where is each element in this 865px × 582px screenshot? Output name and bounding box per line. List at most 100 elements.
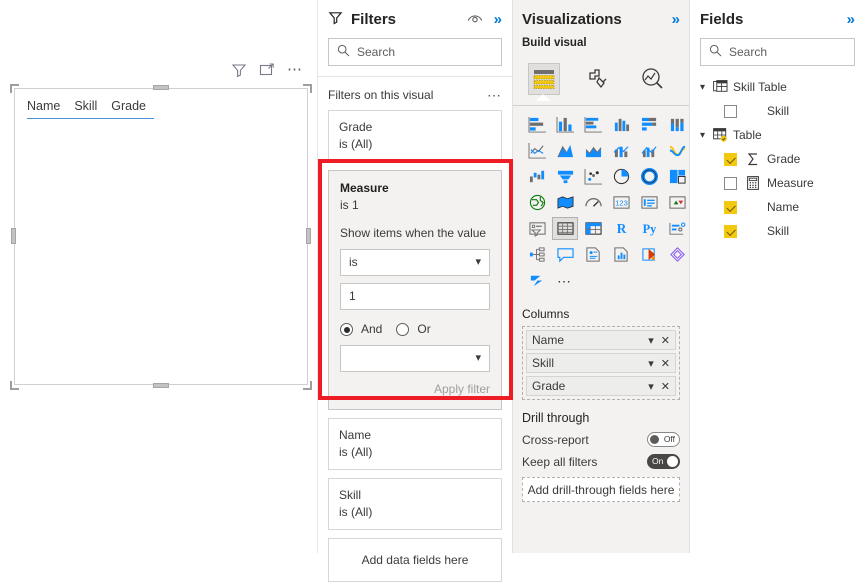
drill-through-dropzone[interactable]: Add drill-through fields here bbox=[522, 477, 680, 502]
clustered-bar-chart-icon[interactable] bbox=[580, 113, 606, 136]
filter-icon[interactable] bbox=[231, 62, 247, 78]
resize-handle-middle-right[interactable] bbox=[306, 228, 311, 244]
remove-icon[interactable]: ✕ bbox=[661, 380, 670, 393]
filled-map-icon[interactable] bbox=[552, 191, 578, 214]
filters-more-options-icon[interactable]: ⋯ bbox=[487, 88, 502, 102]
r-script-visual-icon[interactable]: R bbox=[608, 217, 634, 240]
pie-chart-icon[interactable] bbox=[608, 165, 634, 188]
q-and-a-icon[interactable] bbox=[552, 243, 578, 266]
chevron-right-double-icon[interactable]: » bbox=[847, 12, 855, 27]
key-influencers-icon[interactable] bbox=[664, 217, 690, 240]
gauge-icon[interactable] bbox=[580, 191, 606, 214]
donut-chart-icon[interactable] bbox=[636, 165, 662, 188]
well-item-grade[interactable]: Grade ▾ ✕ bbox=[526, 376, 676, 396]
chevron-down-icon[interactable]: ▾ bbox=[700, 82, 713, 93]
smart-narrative-icon[interactable] bbox=[580, 243, 606, 266]
area-chart-icon[interactable] bbox=[552, 139, 578, 162]
kpi-icon[interactable] bbox=[664, 191, 690, 214]
card-icon[interactable]: 123 bbox=[608, 191, 634, 214]
condition-value-input[interactable]: 1 bbox=[340, 283, 490, 310]
apply-filter-button[interactable]: Apply filter bbox=[340, 381, 490, 398]
chevron-down-icon[interactable]: ▾ bbox=[648, 380, 654, 393]
python-visual-icon[interactable]: Py bbox=[636, 217, 662, 240]
fields-table-skill-table[interactable]: ▾ Skill Table bbox=[700, 75, 855, 99]
power-apps-icon[interactable] bbox=[636, 243, 662, 266]
field-checkbox-table-skill[interactable] bbox=[724, 224, 737, 238]
map-icon[interactable] bbox=[524, 191, 550, 214]
arcgis-maps-icon[interactable] bbox=[524, 269, 550, 292]
chevron-down-icon[interactable]: ▾ bbox=[648, 334, 654, 347]
stacked-column-chart-icon[interactable] bbox=[552, 113, 578, 136]
more-options-icon[interactable]: ⋯ bbox=[287, 62, 303, 77]
funnel-chart-icon[interactable] bbox=[552, 165, 578, 188]
power-automate-icon[interactable] bbox=[664, 243, 690, 266]
filter-card-measure[interactable]: Measure is 1 Show items when the value i… bbox=[328, 170, 502, 410]
field-item-table-skill[interactable]: Skill bbox=[700, 219, 855, 243]
analytics-tab[interactable] bbox=[636, 63, 668, 95]
field-checkbox-grade[interactable] bbox=[724, 152, 737, 166]
filters-search-input[interactable]: Search bbox=[328, 38, 502, 66]
keep-all-filters-toggle[interactable]: On bbox=[647, 454, 680, 469]
chevron-down-icon[interactable]: ▾ bbox=[700, 130, 713, 141]
chevron-right-double-icon[interactable]: » bbox=[494, 12, 502, 27]
line-clustered-column-chart-icon[interactable] bbox=[636, 139, 662, 162]
remove-icon[interactable]: ✕ bbox=[661, 357, 670, 370]
more-visuals-icon[interactable]: ⋯ bbox=[552, 269, 578, 292]
resize-handle-bottom-left[interactable] bbox=[10, 381, 19, 390]
fields-table-table[interactable]: ▾ Table bbox=[700, 123, 855, 147]
radio-or-label: Or bbox=[417, 322, 431, 336]
condition-dropdown[interactable]: is ▾ bbox=[340, 249, 490, 276]
fields-search-input[interactable]: Search bbox=[700, 38, 855, 66]
eye-icon[interactable] bbox=[467, 12, 483, 26]
paginated-report-icon[interactable] bbox=[608, 243, 634, 266]
resize-handle-top-center[interactable] bbox=[153, 85, 169, 90]
focus-mode-icon[interactable] bbox=[259, 62, 275, 78]
report-canvas[interactable]: ⋯ Name Skill Grade bbox=[0, 0, 318, 553]
chevron-right-double-icon[interactable]: » bbox=[672, 12, 680, 27]
treemap-icon[interactable] bbox=[664, 165, 690, 188]
well-item-skill[interactable]: Skill ▾ ✕ bbox=[526, 353, 676, 373]
waterfall-chart-icon[interactable] bbox=[524, 165, 550, 188]
filter-card-name[interactable]: Name is (All) bbox=[328, 418, 502, 470]
line-chart-icon[interactable] bbox=[524, 139, 550, 162]
radio-or[interactable] bbox=[396, 323, 410, 336]
cross-report-toggle[interactable]: Off bbox=[647, 432, 680, 447]
field-item-name[interactable]: Name bbox=[700, 195, 855, 219]
decomposition-tree-icon[interactable] bbox=[524, 243, 550, 266]
chevron-down-icon[interactable]: ▾ bbox=[648, 357, 654, 370]
resize-handle-bottom-right[interactable] bbox=[303, 381, 312, 390]
multi-row-card-icon[interactable] bbox=[636, 191, 662, 214]
well-item-name[interactable]: Name ▾ ✕ bbox=[526, 330, 676, 350]
field-checkbox-measure[interactable] bbox=[724, 176, 737, 190]
field-item-skill-table-skill[interactable]: Skill bbox=[700, 99, 855, 123]
second-condition-dropdown[interactable]: ▾ bbox=[340, 345, 490, 372]
field-checkbox-skill[interactable] bbox=[724, 104, 737, 118]
filter-card-skill[interactable]: Skill is (All) bbox=[328, 478, 502, 530]
resize-handle-top-right[interactable] bbox=[303, 84, 312, 93]
line-stacked-column-chart-icon[interactable] bbox=[608, 139, 634, 162]
build-visual-tab[interactable] bbox=[528, 63, 560, 95]
100-stacked-bar-chart-icon[interactable] bbox=[636, 113, 662, 136]
stacked-bar-chart-icon[interactable] bbox=[524, 113, 550, 136]
100-stacked-column-chart-icon[interactable] bbox=[664, 113, 690, 136]
table-visual[interactable]: Name Skill Grade bbox=[14, 88, 308, 385]
matrix-icon[interactable] bbox=[580, 217, 606, 240]
resize-handle-middle-left[interactable] bbox=[11, 228, 16, 244]
scatter-chart-icon[interactable] bbox=[580, 165, 606, 188]
columns-well[interactable]: Name ▾ ✕ Skill ▾ ✕ Grade ▾ ✕ bbox=[522, 326, 680, 400]
clustered-column-chart-icon[interactable] bbox=[608, 113, 634, 136]
resize-handle-bottom-center[interactable] bbox=[153, 383, 169, 388]
table-icon[interactable] bbox=[552, 217, 578, 240]
remove-icon[interactable]: ✕ bbox=[661, 334, 670, 347]
field-item-measure[interactable]: Measure bbox=[700, 171, 855, 195]
radio-and[interactable] bbox=[340, 323, 353, 336]
add-data-fields-dropzone[interactable]: Add data fields here bbox=[328, 538, 502, 582]
field-item-grade[interactable]: Grade bbox=[700, 147, 855, 171]
resize-handle-top-left[interactable] bbox=[10, 84, 19, 93]
filter-card-grade[interactable]: Grade is (All) bbox=[328, 110, 502, 162]
field-checkbox-name[interactable] bbox=[724, 200, 737, 214]
format-visual-tab[interactable] bbox=[582, 63, 614, 95]
slicer-icon[interactable] bbox=[524, 217, 550, 240]
stacked-area-chart-icon[interactable] bbox=[580, 139, 606, 162]
ribbon-chart-icon[interactable] bbox=[664, 139, 690, 162]
